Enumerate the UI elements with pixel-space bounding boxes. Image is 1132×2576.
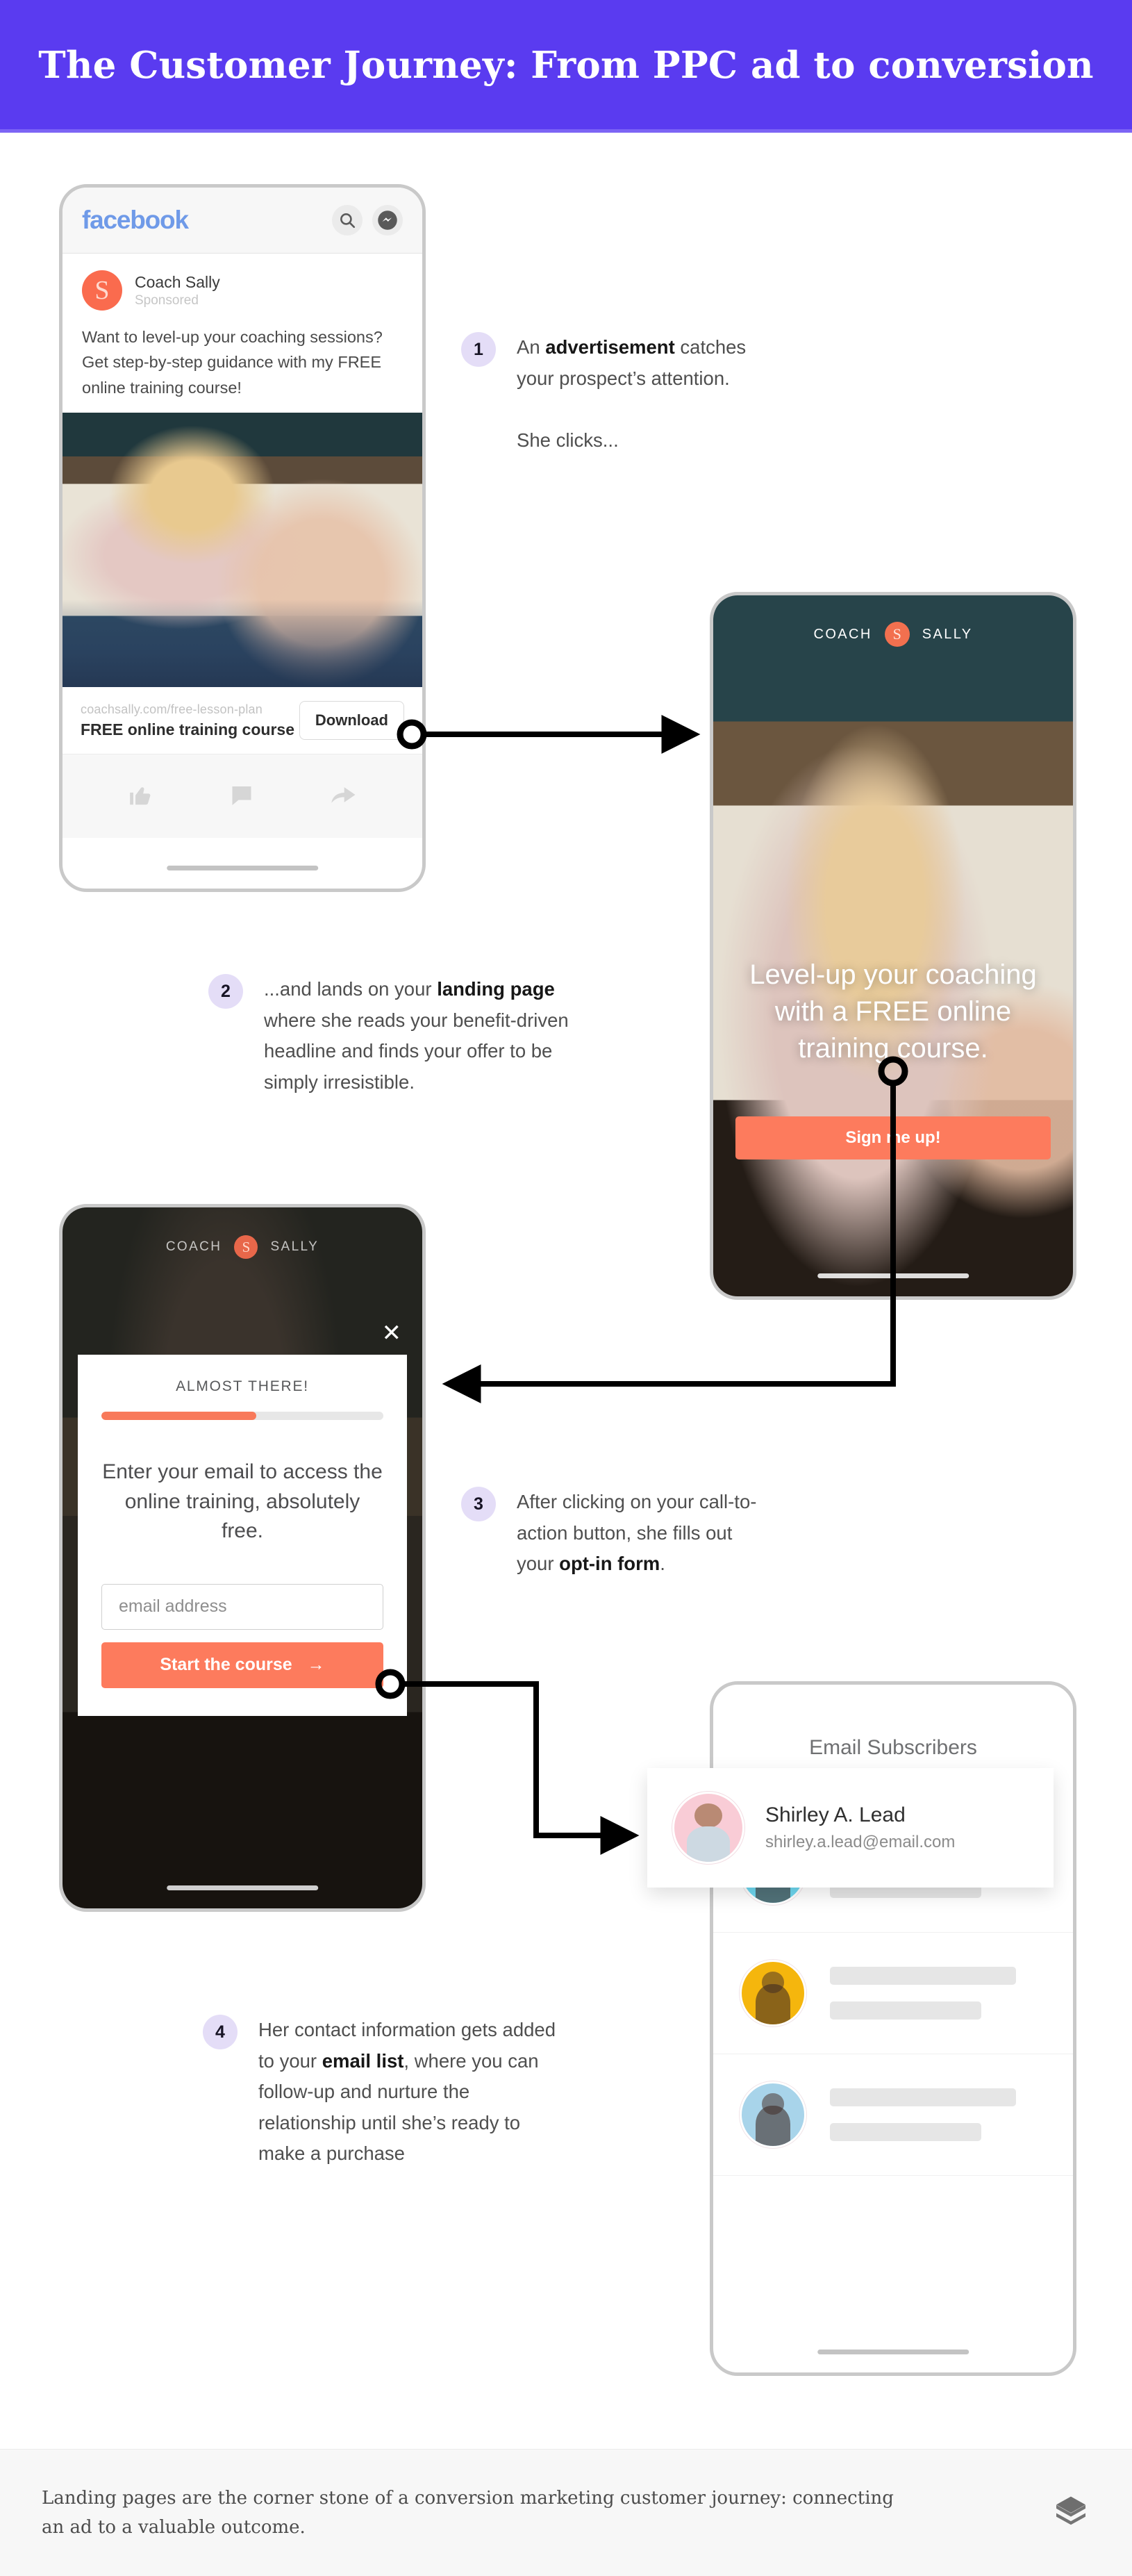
step3-bold: opt-in form: [559, 1553, 660, 1575]
step2-post: where she reads your benefit-driven head…: [264, 1009, 569, 1093]
subscriber-email: shirley.a.lead@email.com: [765, 1833, 956, 1851]
optin-logo-badge: S: [234, 1235, 258, 1259]
step1-line2: She clicks...: [517, 429, 619, 451]
start-the-course-button[interactable]: Start the course →: [101, 1642, 383, 1688]
page-name: Coach Sally: [135, 272, 220, 291]
infographic-canvas: The Customer Journey: From PPC ad to con…: [0, 0, 1132, 2576]
share-icon[interactable]: [329, 781, 357, 812]
step-2: 2 ...and lands on your landing page wher…: [208, 974, 597, 1098]
facebook-topbar: facebook: [63, 188, 422, 254]
optin-logo: COACH S SALLY: [63, 1235, 422, 1259]
step4-bold: email list: [322, 2049, 404, 2072]
landing-logo-right: SALLY: [922, 626, 973, 642]
facebook-ad-phone: facebook S Coach Sally Sponsored Want to…: [59, 184, 426, 892]
step-text-1: An advertisement catches your prospect’s…: [517, 332, 767, 456]
optin-kicker: ALMOST THERE!: [176, 1378, 309, 1394]
landing-page-phone: COACH S SALLY Level-up your coaching wit…: [710, 592, 1076, 1300]
step-number-4: 4: [203, 2015, 238, 2049]
step2-pre: ...and lands on your: [264, 978, 438, 1000]
progress-bar: [101, 1412, 383, 1420]
step-number-1: 1: [461, 332, 496, 367]
header-divider: [0, 129, 1132, 133]
link-title: FREE online training course: [81, 720, 294, 738]
placeholder-lines: [830, 1967, 1047, 2020]
ad-photo: [63, 413, 422, 688]
subscriber-highlight-card[interactable]: Shirley A. Lead shirley.a.lead@email.com: [647, 1768, 1054, 1888]
optin-form-card: ALMOST THERE! Enter your email to access…: [78, 1355, 407, 1716]
post-body-text: Want to level-up your coaching sessions?…: [82, 328, 383, 397]
landing-hero-photo: [713, 595, 1073, 1296]
like-icon[interactable]: [128, 782, 154, 811]
post-header: S Coach Sally Sponsored: [82, 270, 403, 311]
facebook-post: S Coach Sally Sponsored Want to level-up…: [63, 254, 422, 401]
download-button[interactable]: Download: [299, 701, 404, 741]
step-1: 1 An advertisement catches your prospect…: [461, 332, 767, 456]
placeholder-line: [830, 1967, 1017, 1985]
footer-text: Landing pages are the corner stone of a …: [42, 2487, 894, 2538]
step-number-3: 3: [461, 1487, 496, 1521]
placeholder-line: [830, 2123, 982, 2141]
step-number-2: 2: [208, 974, 243, 1009]
page-footer: Landing pages are the corner stone of a …: [0, 2449, 1132, 2576]
home-indicator: [167, 1885, 318, 1890]
avatar: [672, 1792, 744, 1864]
avatar: S: [82, 270, 122, 311]
home-indicator: [817, 2350, 969, 2354]
step-4: 4 Her contact information gets added to …: [203, 2015, 571, 2170]
facebook-logo: facebook: [82, 206, 189, 234]
landing-logo-left: COACH: [813, 626, 872, 642]
submit-label: Start the course: [160, 1655, 292, 1675]
link-url: coachsally.com/free-lesson-plan: [81, 702, 263, 716]
home-indicator: [817, 1273, 969, 1278]
step-text-2: ...and lands on your landing page where …: [264, 974, 597, 1098]
optin-lead-text: Enter your email to access the online tr…: [102, 1460, 383, 1543]
subscriber-name: Shirley A. Lead: [765, 1803, 906, 1826]
list-item[interactable]: [713, 2054, 1073, 2176]
step1-spacer: [517, 394, 767, 425]
link-preview[interactable]: coachsally.com/free-lesson-plan FREE onl…: [63, 687, 422, 755]
home-indicator: [167, 866, 318, 870]
step-text-3: After clicking on your call-to-action bu…: [517, 1487, 767, 1580]
messenger-icon[interactable]: [372, 205, 403, 236]
close-icon[interactable]: ✕: [382, 1321, 402, 1345]
step-3: 3 After clicking on your call-to-action …: [461, 1487, 767, 1580]
optin-modal-phone: COACH S SALLY ✕ ALMOST THERE! Enter your…: [59, 1204, 426, 1912]
step1-pre: An: [517, 336, 546, 358]
landing-headline: Level-up your coaching with a FREE onlin…: [749, 959, 1037, 1064]
page-title: The Customer Journey: From PPC ad to con…: [38, 44, 1094, 87]
arrow-right-icon: →: [307, 1655, 325, 1675]
layers-icon[interactable]: [1051, 2493, 1090, 2532]
step3-post: .: [660, 1553, 665, 1575]
avatar: [740, 2081, 806, 2148]
page-header: The Customer Journey: From PPC ad to con…: [0, 0, 1132, 131]
post-actions: [63, 754, 422, 839]
facebook-topbar-icons: [332, 205, 403, 236]
step2-bold: landing page: [437, 978, 555, 1000]
optin-logo-left: COACH: [165, 1239, 222, 1254]
sponsored-label: Sponsored: [135, 293, 199, 308]
connector-ad-to-landing: [397, 715, 701, 754]
email-field[interactable]: email address: [101, 1583, 383, 1630]
placeholder-lines: [830, 2088, 1047, 2141]
landing-logo-badge: S: [884, 622, 910, 647]
search-icon[interactable]: [332, 205, 363, 236]
landing-logo: COACH S SALLY: [713, 622, 1073, 647]
comment-icon[interactable]: [229, 782, 254, 811]
sign-me-up-button[interactable]: Sign me up!: [735, 1116, 1051, 1159]
optin-logo-right: SALLY: [270, 1239, 319, 1254]
subscribers-title: Email Subscribers: [809, 1736, 977, 1759]
step1-bold: advertisement: [545, 336, 675, 358]
step-text-4: Her contact information gets added to yo…: [258, 2015, 571, 2170]
progress-bar-fill: [101, 1412, 257, 1420]
avatar: [740, 1960, 806, 2026]
placeholder-line: [830, 2088, 1017, 2106]
list-item[interactable]: [713, 1933, 1073, 2054]
placeholder-line: [830, 2001, 982, 2020]
